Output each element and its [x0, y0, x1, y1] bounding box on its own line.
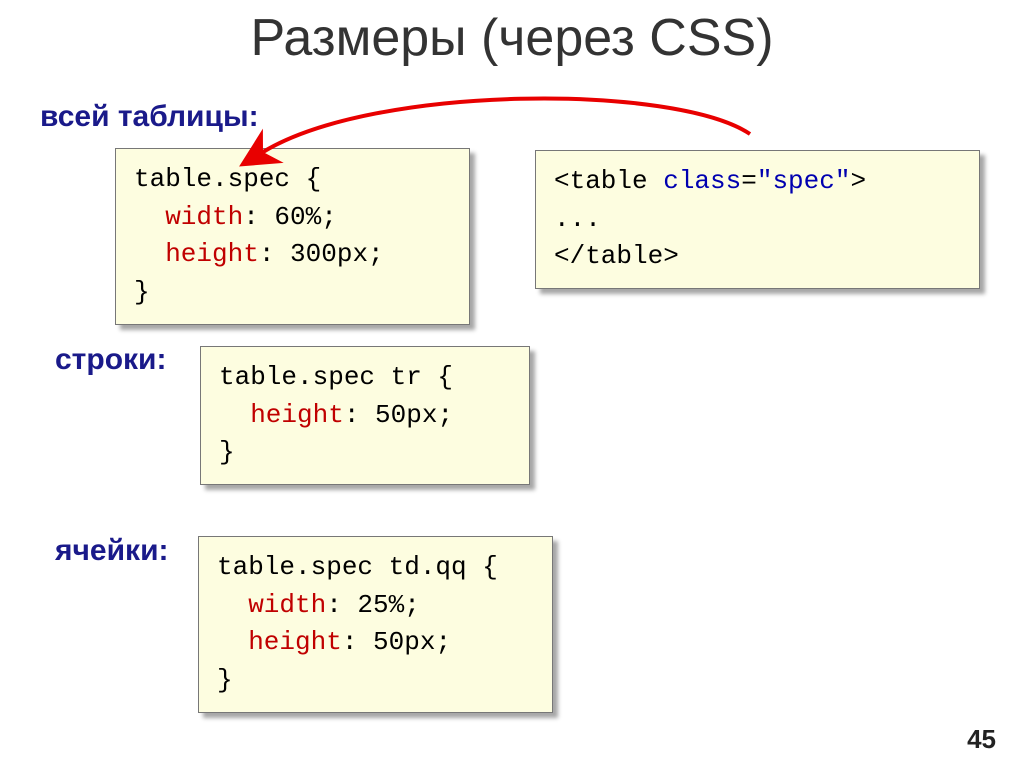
code-box-cell: table.spec td.qq { width: 25%; height: 5…	[198, 536, 553, 713]
code-text: : 25%;	[326, 590, 420, 620]
code-prop: height	[248, 627, 342, 657]
code-text: table.spec tr {	[219, 362, 453, 392]
code-box-table: table.spec { width: 60%; height: 300px; …	[115, 148, 470, 325]
code-text: : 60%;	[243, 202, 337, 232]
code-text: table.spec {	[134, 164, 321, 194]
code-text: table.spec td.qq {	[217, 552, 498, 582]
code-prop: height	[250, 400, 344, 430]
code-prop: width	[248, 590, 326, 620]
code-prop: width	[165, 202, 243, 232]
code-attr: class	[663, 166, 741, 196]
code-box-html: <table class="spec"> ... </table>	[535, 150, 980, 289]
code-prop: height	[165, 239, 259, 269]
page-number: 45	[967, 724, 996, 755]
label-whole-table: всей таблицы:	[40, 100, 259, 134]
label-cell: ячейки:	[55, 534, 169, 568]
slide-title: Размеры (через CSS)	[0, 8, 1024, 68]
code-str: "spec"	[757, 166, 851, 196]
code-text: >	[850, 166, 866, 196]
code-text: ...	[554, 204, 601, 234]
code-text: <table	[554, 166, 663, 196]
code-text: : 50px;	[344, 400, 453, 430]
code-text: }	[217, 665, 233, 695]
code-text: }	[219, 437, 235, 467]
slide: Размеры (через CSS) всей таблицы: строки…	[0, 0, 1024, 767]
code-text: </table>	[554, 241, 679, 271]
code-box-row: table.spec tr { height: 50px; }	[200, 346, 530, 485]
code-text: =	[741, 166, 757, 196]
label-row: строки:	[55, 343, 166, 377]
code-text: : 50px;	[342, 627, 451, 657]
code-text: : 300px;	[259, 239, 384, 269]
code-text: }	[134, 277, 150, 307]
